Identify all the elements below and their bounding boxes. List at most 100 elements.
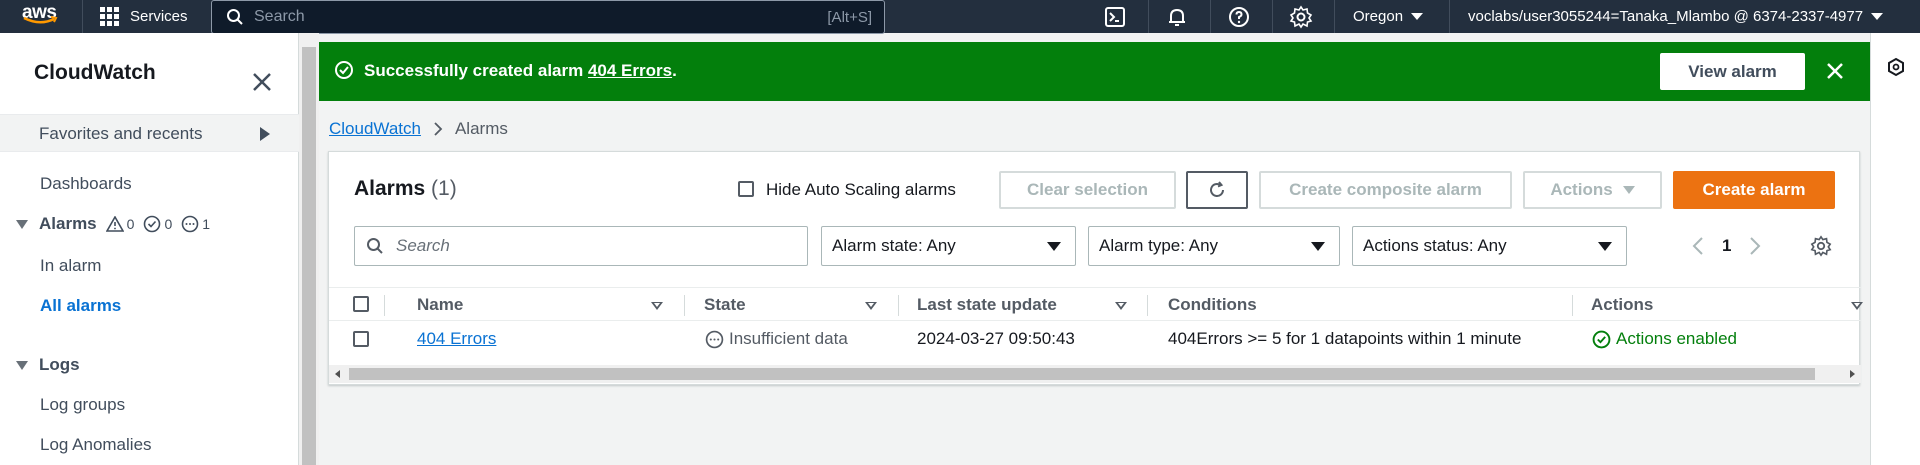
flash-suffix: .: [672, 61, 677, 80]
sidebar-group-logs[interactable]: Logs: [16, 355, 80, 375]
right-utility-panel: [1870, 33, 1920, 465]
insufficient-count: 1: [202, 216, 211, 232]
caret-down-icon: [1047, 242, 1061, 251]
account-menu[interactable]: voclabs/user3055244=Tanaka_Mlambo @ 6374…: [1468, 0, 1884, 33]
caret-down-icon: [16, 219, 28, 229]
search-shortcut: [Alt+S]: [827, 8, 872, 26]
alarm-name-link[interactable]: 404 Errors: [417, 321, 496, 357]
region-selector[interactable]: Oregon: [1353, 0, 1424, 33]
nav-divider: [1449, 0, 1450, 33]
sidebar-item-in-alarm[interactable]: In alarm: [40, 256, 101, 276]
search-icon: [367, 238, 383, 254]
current-page[interactable]: 1: [1722, 236, 1731, 256]
create-composite-alarm-button[interactable]: Create composite alarm: [1259, 171, 1512, 209]
scroll-left-icon[interactable]: [335, 370, 340, 378]
dismiss-icon[interactable]: [1825, 61, 1845, 81]
row-checkbox[interactable]: [353, 331, 369, 347]
alarms-panel-title: Alarms (1): [354, 177, 457, 201]
cloudshell-icon[interactable]: [1103, 5, 1127, 29]
caret-down-icon: [1622, 186, 1635, 194]
hexagon-info-icon[interactable]: [1886, 57, 1906, 77]
top-navigation: aws Services Search [Alt+S] Oregon vocla…: [0, 0, 1920, 34]
in-alarm-count: 0: [126, 216, 135, 232]
pagination: 1: [1692, 236, 1761, 256]
caret-down-icon: [16, 360, 28, 370]
notifications-icon[interactable]: [1165, 5, 1189, 29]
scrollbar-thumb[interactable]: [349, 368, 1815, 380]
ok-count: 0: [164, 216, 173, 232]
global-search-input[interactable]: Search [Alt+S]: [211, 0, 885, 34]
sidebar-item-log-groups[interactable]: Log groups: [40, 395, 125, 415]
select-all-checkbox[interactable]: [353, 296, 369, 312]
in-alarm-count-badge: 0: [105, 216, 135, 232]
sidebar-item-log-anomalies[interactable]: Log Anomalies: [40, 435, 152, 455]
aws-logo[interactable]: aws: [22, 2, 64, 30]
chevron-down-icon: [1871, 13, 1884, 20]
alarms-table-header: Name State Last state update Conditions …: [329, 287, 1863, 322]
column-header-name[interactable]: Name: [417, 288, 463, 322]
ellipsis-circle-icon: [181, 215, 199, 233]
previous-page-icon[interactable]: [1692, 237, 1704, 255]
search-icon: [227, 9, 243, 25]
clear-selection-button[interactable]: Clear selection: [999, 171, 1176, 209]
actions-status-filter[interactable]: Actions status: Any: [1352, 226, 1627, 266]
sort-icon[interactable]: [1851, 302, 1863, 310]
table-horizontal-scrollbar[interactable]: [329, 365, 1861, 383]
alarm-type-filter[interactable]: Alarm type: Any: [1088, 226, 1340, 266]
sidebar-scrollbar[interactable]: [299, 33, 319, 465]
nav-divider: [82, 0, 83, 33]
ellipsis-circle-icon: [705, 330, 724, 348]
favorites-and-recents[interactable]: Favorites and recents: [0, 114, 299, 152]
refresh-button[interactable]: [1186, 171, 1248, 209]
help-icon[interactable]: [1227, 5, 1251, 29]
refresh-icon: [1210, 181, 1224, 197]
success-check-icon: [335, 61, 353, 79]
breadcrumb-cloudwatch[interactable]: CloudWatch: [329, 119, 421, 139]
column-header-last-state-update[interactable]: Last state update: [917, 288, 1057, 322]
chevron-right-icon: [434, 122, 443, 136]
column-header-state[interactable]: State: [704, 288, 746, 322]
flash-prefix: Successfully created alarm: [364, 61, 588, 80]
sidebar-title: CloudWatch: [34, 61, 156, 84]
sort-icon[interactable]: [1115, 302, 1127, 310]
actions-label: Actions: [1550, 180, 1613, 199]
create-alarm-button[interactable]: Create alarm: [1673, 171, 1835, 209]
alarm-state-text: Insufficient data: [729, 329, 848, 348]
hide-autoscaling-checkbox[interactable]: [738, 181, 754, 197]
ok-count-badge: 0: [143, 215, 172, 233]
scroll-right-icon[interactable]: [1850, 370, 1855, 378]
actions-status-text: Actions enabled: [1616, 329, 1737, 348]
alarms-count: (1): [431, 177, 457, 200]
nav-divider: [1210, 0, 1211, 33]
settings-icon[interactable]: [1289, 5, 1313, 29]
column-header-conditions[interactable]: Conditions: [1168, 288, 1257, 322]
hide-autoscaling-label: Hide Auto Scaling alarms: [766, 180, 956, 199]
sort-icon[interactable]: [865, 302, 877, 310]
alarm-type-value: Alarm type: Any: [1099, 236, 1219, 255]
close-icon[interactable]: [251, 71, 273, 93]
alarm-search-input[interactable]: Search: [354, 226, 808, 266]
view-alarm-button[interactable]: View alarm: [1660, 53, 1805, 90]
actions-dropdown[interactable]: Actions: [1523, 171, 1662, 209]
alarm-search-placeholder: Search: [396, 236, 450, 255]
caret-down-icon: [1598, 242, 1612, 251]
sidebar-group-alarms[interactable]: Alarms 0 0 1: [16, 214, 210, 234]
services-menu[interactable]: Services: [100, 0, 188, 33]
alarm-state-filter[interactable]: Alarm state: Any: [821, 226, 1076, 266]
sidebar-item-dashboards[interactable]: Dashboards: [40, 174, 132, 194]
flash-message: Successfully created alarm 404 Errors.: [364, 61, 677, 81]
table-settings-icon[interactable]: [1810, 235, 1832, 257]
alarms-panel: Alarms (1) Hide Auto Scaling alarms Clea…: [328, 151, 1863, 385]
check-circle-icon: [1592, 330, 1611, 348]
flash-alarm-link[interactable]: 404 Errors: [588, 61, 672, 80]
favorites-label: Favorites and recents: [39, 124, 203, 143]
next-page-icon[interactable]: [1749, 237, 1761, 255]
region-label: Oregon: [1353, 8, 1404, 25]
table-row[interactable]: 404 Errors Insufficient data 2024-03-27 …: [329, 321, 1861, 357]
sidebar-item-all-alarms[interactable]: All alarms: [40, 296, 121, 316]
column-header-actions[interactable]: Actions: [1591, 288, 1653, 322]
chevron-down-icon: [1411, 13, 1424, 20]
success-flash-bar: Successfully created alarm 404 Errors. V…: [319, 42, 1870, 101]
sort-icon[interactable]: [651, 302, 663, 310]
caret-right-icon: [260, 127, 270, 141]
